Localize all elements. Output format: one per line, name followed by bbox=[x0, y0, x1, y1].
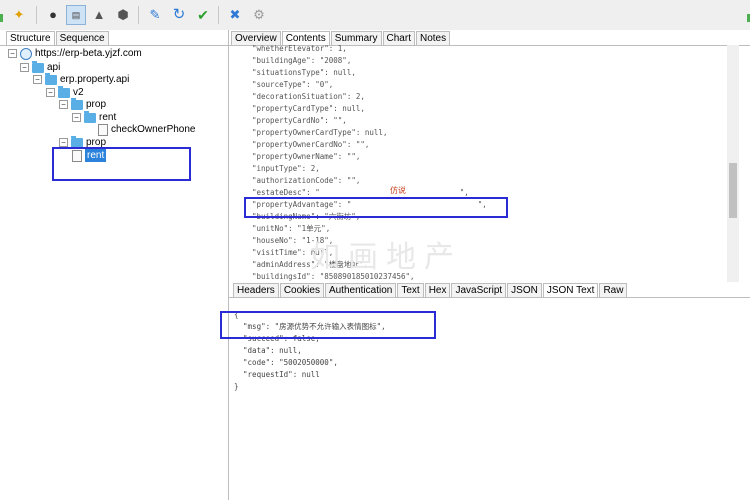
tree-node-host[interactable]: − https://erp-beta.yjzf.com bbox=[8, 47, 142, 60]
annotation-box-property-advantage bbox=[244, 197, 508, 218]
folder-icon bbox=[32, 60, 44, 73]
folder-icon bbox=[84, 110, 96, 123]
tab-text[interactable]: Text bbox=[397, 283, 424, 298]
tab-json-text[interactable]: JSON Text bbox=[542, 283, 599, 298]
request-body-line: "propertyOwnerCardNo": "", bbox=[252, 140, 370, 149]
tree-node-property-api[interactable]: − erp.property.api bbox=[33, 72, 130, 86]
broom-icon[interactable]: ✦ bbox=[10, 6, 28, 24]
record-icon[interactable]: ● bbox=[44, 6, 62, 24]
tab-javascript[interactable]: JavaScript bbox=[451, 283, 507, 298]
annotation-box-msg bbox=[220, 311, 436, 339]
request-body-line: "decorationSituation": 2, bbox=[252, 92, 365, 101]
tab-raw[interactable]: Raw bbox=[599, 283, 628, 298]
collapse-icon[interactable]: − bbox=[33, 75, 42, 84]
response-body-line: } bbox=[234, 382, 239, 391]
request-body-line: "whetherElevator": 1, bbox=[252, 44, 347, 53]
tree-label-check-owner-phone: checkOwnerPhone bbox=[111, 124, 196, 135]
validate-icon[interactable]: ✔ bbox=[194, 6, 212, 24]
structure-panel bbox=[0, 30, 229, 500]
collapse-icon[interactable]: − bbox=[8, 49, 17, 58]
request-body-line: "buildingAge": "2008", bbox=[252, 56, 352, 65]
tree-label-property-api: erp.property.api bbox=[60, 74, 130, 85]
request-body-line: "propertyCardType": null, bbox=[252, 104, 365, 113]
estate-desc-note: 仿说 bbox=[390, 186, 406, 195]
tab-cookies[interactable]: Cookies bbox=[279, 283, 324, 298]
response-body-line: "requestId": null bbox=[234, 370, 320, 379]
response-body-line: "code": "5002050000", bbox=[234, 358, 338, 367]
folder-icon bbox=[45, 72, 57, 85]
settings-gear-icon[interactable]: ⚙ bbox=[250, 6, 268, 24]
request-body-line: "propertyCardNo": "", bbox=[252, 116, 347, 125]
collapse-icon[interactable]: − bbox=[46, 88, 55, 97]
response-tab-bar: Headers Cookies Authentication Text Hex … bbox=[233, 283, 628, 298]
request-body-line: "inputType": 2, bbox=[252, 164, 320, 173]
stop-icon[interactable]: ⬢ bbox=[114, 6, 132, 24]
toolbar: ✦ ● ▤ ▲ ⬢ ✎ ↻ ✔ ✖ ⚙ bbox=[0, 0, 750, 31]
tools-icon[interactable]: ✖ bbox=[226, 6, 244, 24]
annotation-box-tree bbox=[52, 147, 191, 181]
folder-icon bbox=[71, 135, 83, 148]
response-body-line: "data": null, bbox=[234, 346, 302, 355]
toolbar-separator bbox=[36, 6, 37, 24]
scrollbar-thumb[interactable] bbox=[729, 163, 737, 218]
collapse-icon[interactable]: − bbox=[59, 138, 68, 147]
tab-sequence[interactable]: Sequence bbox=[55, 31, 109, 46]
pen-icon[interactable]: ✎ bbox=[146, 6, 164, 24]
tree-node-check-owner-phone[interactable]: checkOwnerPhone bbox=[98, 123, 196, 136]
folder-icon bbox=[58, 85, 70, 98]
collapse-icon[interactable]: − bbox=[59, 100, 68, 109]
turtle-icon[interactable]: ▲ bbox=[90, 6, 108, 24]
window-edge-left bbox=[0, 14, 3, 22]
tab-json[interactable]: JSON bbox=[507, 283, 542, 298]
refresh-icon[interactable]: ↻ bbox=[170, 6, 188, 24]
tab-headers[interactable]: Headers bbox=[233, 283, 279, 298]
left-tab-bar: Structure Sequence bbox=[6, 31, 110, 46]
request-body-line: "propertyOwnerCardType": null, bbox=[252, 128, 388, 137]
watermark: 如画地产 bbox=[310, 241, 462, 274]
tree-label-prop: prop bbox=[86, 99, 107, 110]
tab-hex[interactable]: Hex bbox=[424, 283, 451, 298]
tab-structure[interactable]: Structure bbox=[6, 31, 55, 46]
tab-divider bbox=[0, 45, 228, 46]
globe-icon bbox=[20, 47, 32, 60]
collapse-icon[interactable]: − bbox=[72, 113, 81, 122]
collapse-icon[interactable]: − bbox=[20, 63, 29, 72]
request-body-line: "authorizationCode": "", bbox=[252, 176, 361, 185]
tab-divider bbox=[229, 297, 750, 298]
throttle-icon[interactable]: ▤ bbox=[66, 5, 86, 25]
tab-authentication[interactable]: Authentication bbox=[324, 283, 397, 298]
request-body-line: "propertyOwnerName": "", bbox=[252, 152, 361, 161]
folder-icon bbox=[71, 97, 83, 110]
document-icon bbox=[98, 123, 108, 136]
toolbar-separator bbox=[138, 6, 139, 24]
toolbar-separator bbox=[218, 6, 219, 24]
request-body-line: "situationsType": null, bbox=[252, 68, 356, 77]
scrollbar[interactable] bbox=[727, 45, 739, 282]
tree-label-host: https://erp-beta.yjzf.com bbox=[35, 48, 142, 59]
request-body-line: "sourceType": "0", bbox=[252, 80, 334, 89]
tree-node-prop[interactable]: − prop bbox=[59, 97, 107, 111]
